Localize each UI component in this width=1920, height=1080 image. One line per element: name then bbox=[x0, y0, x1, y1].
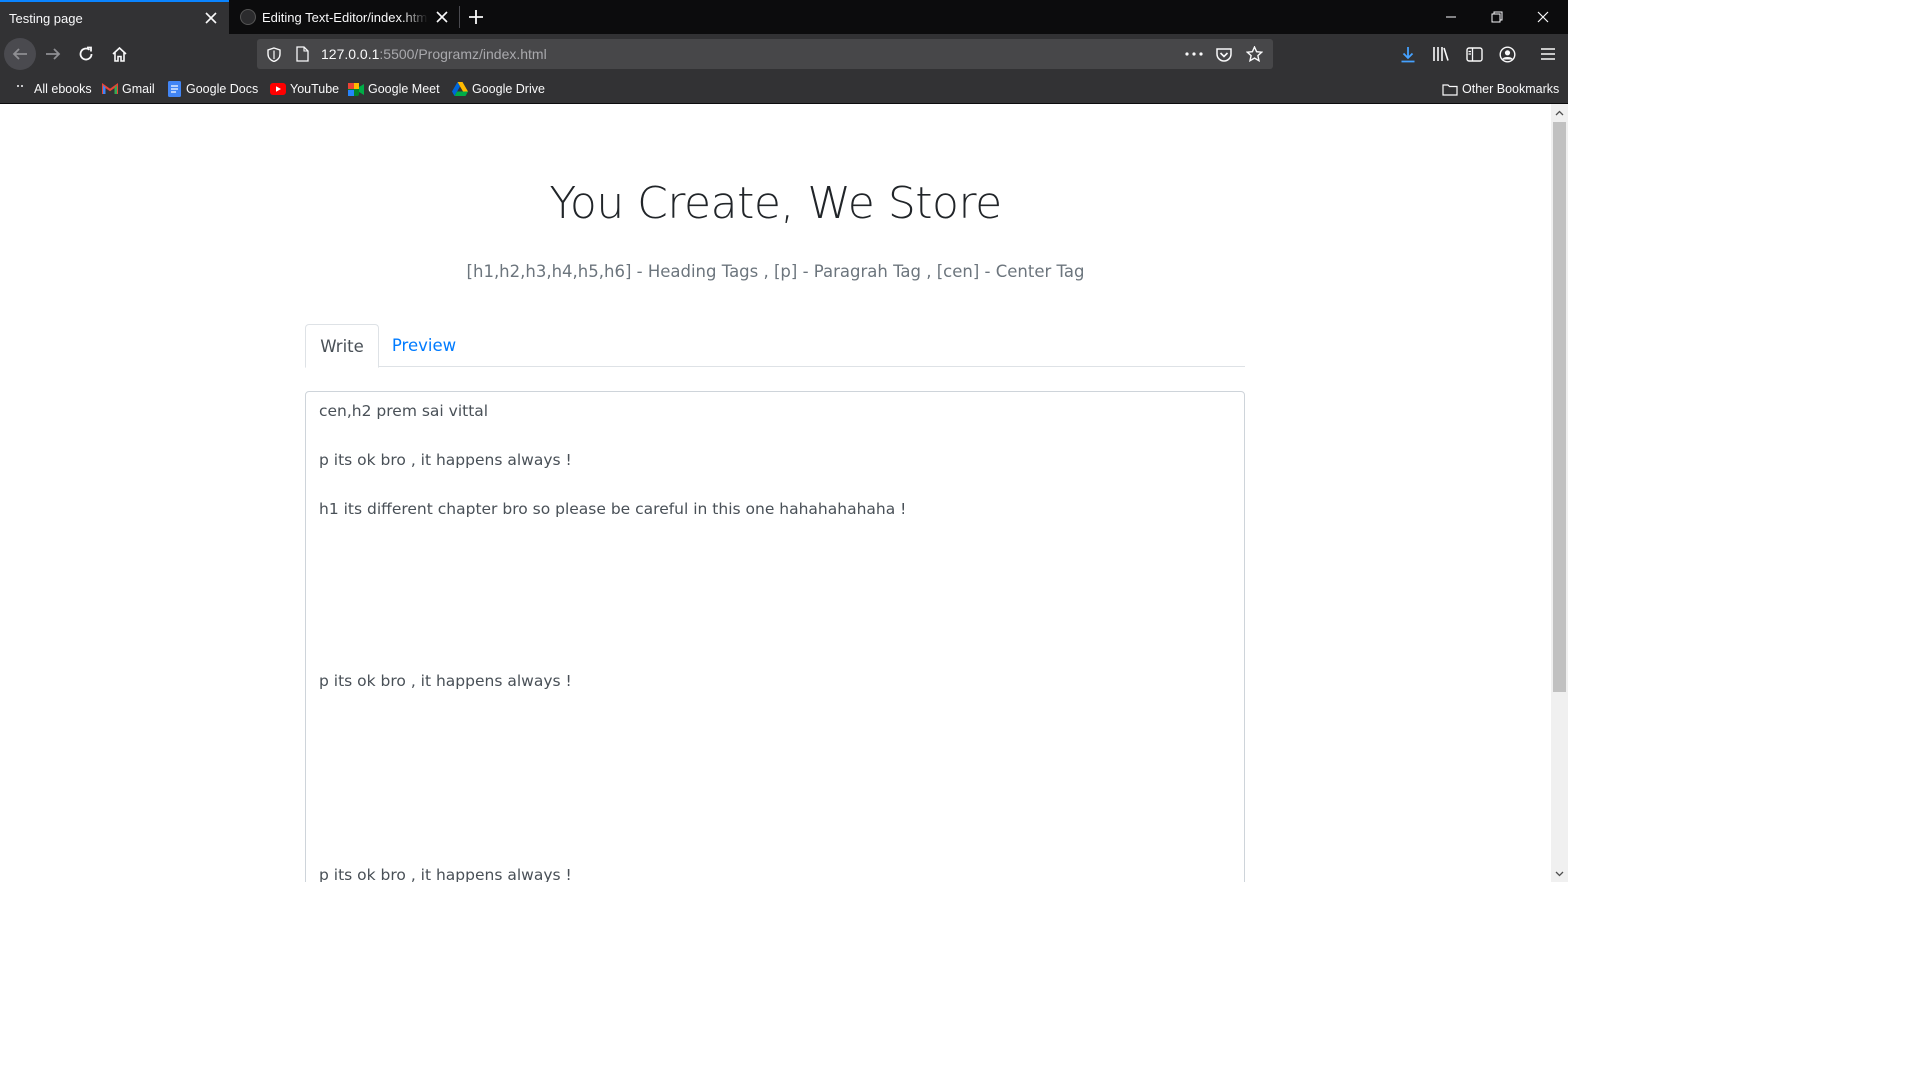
arrow-left-icon bbox=[12, 48, 27, 60]
url-path: :5500/Programz/index.html bbox=[379, 46, 547, 62]
editor-line: cen,h2 prem sai vittal bbox=[319, 402, 489, 420]
page-subtitle: [h1,h2,h3,h4,h5,h6] - Heading Tags , [p]… bbox=[466, 262, 1085, 281]
google-meet-icon bbox=[348, 81, 364, 97]
tab-write[interactable]: Write bbox=[305, 324, 379, 368]
bookmark-label: YouTube bbox=[290, 82, 340, 96]
folder-dots-icon bbox=[14, 81, 30, 97]
arrow-right-icon bbox=[46, 48, 61, 60]
page-scrollbar[interactable] bbox=[1551, 104, 1568, 882]
bookmark-label: Gmail bbox=[122, 82, 155, 96]
tab-strip: Testing page Editing Text-Editor/index.h… bbox=[0, 0, 1568, 34]
scroll-down-arrow-icon[interactable] bbox=[1551, 865, 1568, 882]
editor-line: p its ok bro , it happens always ! bbox=[319, 672, 572, 690]
url-text[interactable]: 127.0.0.1:5500/Programz/index.html bbox=[321, 46, 547, 62]
back-button[interactable] bbox=[4, 38, 36, 70]
editor-line: p its ok bro , it happens always ! bbox=[319, 451, 572, 469]
close-window-button[interactable] bbox=[1520, 0, 1566, 34]
library-icon bbox=[1433, 47, 1449, 61]
restore-button[interactable] bbox=[1474, 0, 1520, 34]
minimize-icon bbox=[1446, 16, 1456, 18]
folder-icon bbox=[1442, 81, 1458, 97]
sidebar-icon bbox=[1465, 46, 1483, 62]
google-drive-icon bbox=[452, 81, 468, 97]
navigation-toolbar: 127.0.0.1:5500/Programz/index.html bbox=[0, 34, 1568, 74]
plus-icon bbox=[469, 10, 483, 24]
hamburger-menu-icon bbox=[1541, 48, 1555, 60]
forward-button[interactable] bbox=[37, 38, 69, 70]
pocket-icon[interactable] bbox=[1211, 41, 1237, 67]
star-icon[interactable] bbox=[1241, 41, 1267, 67]
bookmark-google-meet[interactable]: Google Meet bbox=[348, 74, 440, 104]
google-docs-icon bbox=[166, 81, 182, 97]
bookmark-label: Other Bookmarks bbox=[1462, 82, 1560, 96]
bookmarks-toolbar: All ebooks Gmail Google Docs YouTube Goo… bbox=[0, 74, 1568, 104]
tab-preview[interactable]: Preview bbox=[379, 324, 469, 367]
address-bar[interactable]: 127.0.0.1:5500/Programz/index.html bbox=[257, 39, 1273, 69]
tab-editing-text-editor[interactable]: Editing Text-Editor/index.html at bbox=[229, 0, 460, 34]
bookmark-gmail[interactable]: Gmail bbox=[102, 74, 155, 104]
more-actions-icon[interactable] bbox=[1181, 41, 1207, 67]
editor-textarea[interactable]: cen,h2 prem sai vittal p its ok bro , it… bbox=[305, 391, 1245, 882]
bookmark-all-ebooks[interactable]: All ebooks bbox=[14, 74, 92, 104]
editor-tabs: Write Preview bbox=[305, 324, 1245, 368]
minimize-button[interactable] bbox=[1428, 0, 1474, 34]
url-host: 127.0.0.1 bbox=[321, 46, 380, 62]
bookmark-label: Google Meet bbox=[368, 82, 440, 96]
web-page: You Create, We Store [h1,h2,h3,h4,h5,h6]… bbox=[0, 104, 1551, 882]
sidebar-button[interactable] bbox=[1458, 38, 1490, 70]
bookmark-google-drive[interactable]: Google Drive bbox=[452, 74, 545, 104]
bookmark-youtube[interactable]: YouTube bbox=[270, 74, 339, 104]
reload-button[interactable] bbox=[70, 38, 102, 70]
bookmark-label: Google Drive bbox=[472, 82, 545, 96]
home-button[interactable] bbox=[103, 38, 135, 70]
reload-icon bbox=[79, 46, 93, 61]
menu-button[interactable] bbox=[1532, 38, 1564, 70]
tab-title: Editing Text-Editor/index.html at bbox=[262, 9, 428, 25]
bookmark-label: All ebooks bbox=[34, 82, 92, 96]
scrollbar-thumb[interactable] bbox=[1553, 122, 1566, 692]
restore-icon bbox=[1491, 11, 1503, 23]
editor-line: h1 its different chapter bro so please b… bbox=[319, 500, 907, 518]
home-icon bbox=[111, 46, 127, 62]
scroll-up-arrow-icon[interactable] bbox=[1551, 104, 1568, 121]
library-button[interactable] bbox=[1425, 38, 1457, 70]
shield-icon[interactable] bbox=[263, 46, 285, 62]
github-icon bbox=[240, 9, 256, 25]
close-icon bbox=[1537, 11, 1549, 23]
tab-testing-page[interactable]: Testing page bbox=[0, 0, 229, 34]
tab-separator bbox=[459, 6, 460, 28]
account-icon bbox=[1498, 45, 1516, 63]
download-icon bbox=[1401, 46, 1415, 62]
close-icon[interactable] bbox=[428, 3, 456, 31]
bookmark-google-docs[interactable]: Google Docs bbox=[166, 74, 258, 104]
downloads-button[interactable] bbox=[1392, 38, 1424, 70]
new-tab-button[interactable] bbox=[462, 3, 490, 31]
close-icon[interactable] bbox=[197, 4, 225, 32]
bookmark-label: Google Docs bbox=[186, 82, 259, 96]
other-bookmarks-folder[interactable]: Other Bookmarks bbox=[1442, 74, 1559, 104]
page-title: You Create, We Store bbox=[549, 178, 1002, 229]
editor-line: p its ok bro , it happens always ! bbox=[319, 866, 572, 882]
gmail-icon bbox=[102, 81, 118, 97]
youtube-icon bbox=[270, 81, 286, 97]
account-button[interactable] bbox=[1491, 38, 1523, 70]
page-icon[interactable] bbox=[291, 46, 313, 62]
tab-title: Testing page bbox=[9, 10, 83, 26]
